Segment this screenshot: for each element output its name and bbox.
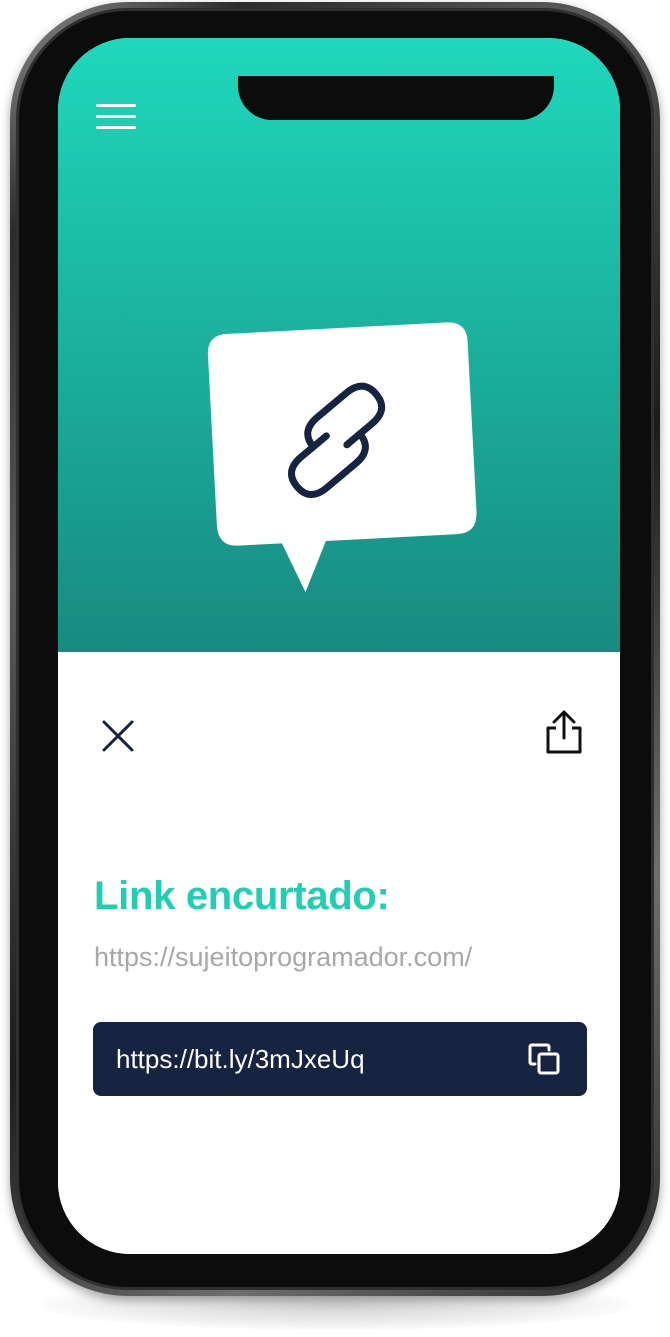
phone-mockup: Link encurtado: https://sujeitoprogramad… xyxy=(0,0,670,1337)
hamburger-menu-icon[interactable] xyxy=(96,102,136,132)
result-sheet: Link encurtado: https://sujeitoprogramad… xyxy=(58,652,620,1254)
close-icon[interactable] xyxy=(98,716,138,756)
short-link-bar[interactable]: https://bit.ly/3mJxeUq xyxy=(93,1022,587,1096)
copy-icon[interactable] xyxy=(527,1042,561,1076)
phone-notch xyxy=(238,76,554,120)
original-url: https://sujeitoprogramador.com/ xyxy=(94,942,473,972)
link-chain-icon xyxy=(207,322,477,593)
hero-header xyxy=(58,38,620,658)
page-title: Link encurtado: xyxy=(94,874,390,918)
share-icon[interactable] xyxy=(542,708,586,756)
short-link-text[interactable]: https://bit.ly/3mJxeUq xyxy=(116,1044,365,1075)
app-screen: Link encurtado: https://sujeitoprogramad… xyxy=(58,38,620,1254)
